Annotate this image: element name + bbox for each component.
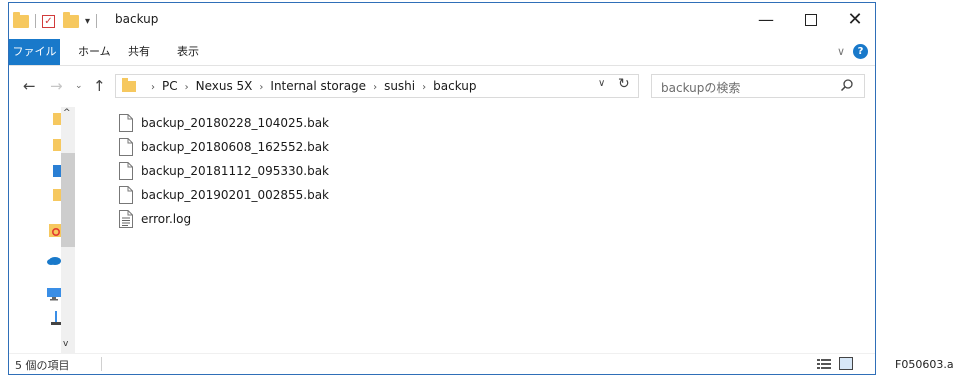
- list-item[interactable]: backup_20181112_095330.bak: [117, 159, 357, 183]
- list-item[interactable]: error.log: [117, 207, 357, 231]
- item-count: 5 個の項目: [15, 359, 70, 372]
- properties-check-icon[interactable]: ✓: [42, 14, 55, 28]
- folder-icon[interactable]: [53, 187, 61, 201]
- network-icon[interactable]: [51, 311, 61, 327]
- address-bar[interactable]: › PC › Nexus 5X › Internal storage › sushi › back…: [115, 74, 639, 98]
- scrollbar-thumb[interactable]: [61, 153, 75, 247]
- breadcrumb-pc[interactable]: PC: [162, 79, 178, 93]
- creative-cloud-folder-icon[interactable]: [49, 223, 61, 237]
- navigation-pane[interactable]: ^ v: [9, 107, 77, 354]
- refresh-icon[interactable]: ↻: [618, 76, 630, 92]
- breadcrumb-sushi[interactable]: sushi: [384, 79, 415, 93]
- blank-file-icon: [119, 114, 133, 132]
- file-name[interactable]: error.log: [141, 212, 191, 226]
- onedrive-icon[interactable]: [47, 255, 61, 265]
- breadcrumb-separator: ›: [151, 82, 155, 93]
- list-item[interactable]: backup_20190201_002855.bak: [117, 183, 357, 207]
- recent-locations-dropdown[interactable]: ⌄: [75, 81, 83, 91]
- help-icon[interactable]: ?: [853, 44, 868, 59]
- figure-caption: F050603.ai: [895, 358, 954, 371]
- ribbon-tabs: ファイル ホーム 共有 表示 ∨ ?: [9, 39, 875, 66]
- search-icon[interactable]: [840, 78, 854, 92]
- breadcrumb-internal-storage[interactable]: Internal storage: [270, 79, 366, 93]
- title-bar: ✓ ▾ backup — ✕: [9, 3, 875, 39]
- tab-file[interactable]: ファイル: [9, 39, 60, 65]
- breadcrumb: › PC › Nexus 5X › Internal storage › sushi › back…: [144, 79, 477, 93]
- folder-icon[interactable]: [53, 111, 61, 125]
- expand-ribbon-chevron-icon[interactable]: ∨: [837, 45, 845, 58]
- maximize-icon: [805, 13, 817, 26]
- explorer-window: ✓ ▾ backup — ✕ ファイル ホーム 共有 表示 ∨ ? ← → ⌄ …: [8, 2, 876, 375]
- customize-toolbar-dropdown-icon[interactable]: ▾: [85, 16, 90, 27]
- file-name[interactable]: backup_20180608_162552.bak: [141, 140, 329, 154]
- folder-icon: [122, 78, 136, 92]
- folder-icon[interactable]: [53, 137, 61, 151]
- scroll-up-icon[interactable]: ^: [63, 108, 71, 118]
- file-list: backup_20180228_104025.bak backup_201806…: [117, 111, 357, 231]
- tab-home[interactable]: ホーム: [70, 39, 119, 65]
- large-icons-view-icon[interactable]: [839, 357, 853, 370]
- status-bar: 5 個の項目: [9, 353, 875, 374]
- list-item[interactable]: backup_20180228_104025.bak: [117, 111, 357, 135]
- scroll-down-icon[interactable]: v: [63, 339, 68, 349]
- nav-pane-scrollbar[interactable]: ^ v: [61, 107, 75, 354]
- breadcrumb-backup[interactable]: backup: [433, 79, 476, 93]
- quick-access-toolbar: ✓ ▾: [13, 11, 103, 31]
- minimize-button[interactable]: —: [746, 7, 786, 33]
- breadcrumb-separator[interactable]: ›: [185, 82, 189, 93]
- breadcrumb-separator[interactable]: ›: [422, 82, 426, 93]
- text-file-icon: [119, 210, 133, 228]
- new-folder-icon[interactable]: [63, 11, 79, 28]
- file-name[interactable]: backup_20190201_002855.bak: [141, 188, 329, 202]
- file-name[interactable]: backup_20180228_104025.bak: [141, 116, 329, 130]
- toolbar-divider: [96, 14, 98, 28]
- blank-file-icon: [119, 186, 133, 204]
- up-button[interactable]: ↑: [93, 77, 106, 95]
- navigation-bar: ← → ⌄ ↑ › PC › Nexus 5X › Internal storage › su…: [9, 71, 875, 101]
- window-title: backup: [115, 12, 159, 26]
- search-box[interactable]: backupの検索: [651, 74, 865, 98]
- search-input[interactable]: backupの検索: [661, 79, 740, 96]
- list-item[interactable]: backup_20180608_162552.bak: [117, 135, 357, 159]
- tab-share[interactable]: 共有: [120, 39, 158, 65]
- details-view-icon[interactable]: [817, 358, 831, 370]
- blank-file-icon: [119, 162, 133, 180]
- toolbar-divider: [35, 14, 36, 28]
- blue-folder-icon[interactable]: [53, 163, 61, 177]
- maximize-button[interactable]: [791, 7, 831, 33]
- status-divider: [101, 357, 102, 371]
- file-name[interactable]: backup_20181112_095330.bak: [141, 164, 329, 178]
- folder-icon[interactable]: [13, 11, 29, 28]
- forward-button[interactable]: →: [50, 77, 63, 95]
- tab-view[interactable]: 表示: [169, 39, 207, 65]
- breadcrumb-separator[interactable]: ›: [259, 82, 263, 93]
- blank-file-icon: [119, 138, 133, 156]
- this-pc-icon[interactable]: [47, 287, 61, 301]
- back-button[interactable]: ←: [23, 77, 36, 95]
- breadcrumb-nexus-5x[interactable]: Nexus 5X: [196, 79, 253, 93]
- address-dropdown-icon[interactable]: ∨: [598, 78, 605, 89]
- close-button[interactable]: ✕: [835, 7, 875, 33]
- breadcrumb-separator[interactable]: ›: [373, 82, 377, 93]
